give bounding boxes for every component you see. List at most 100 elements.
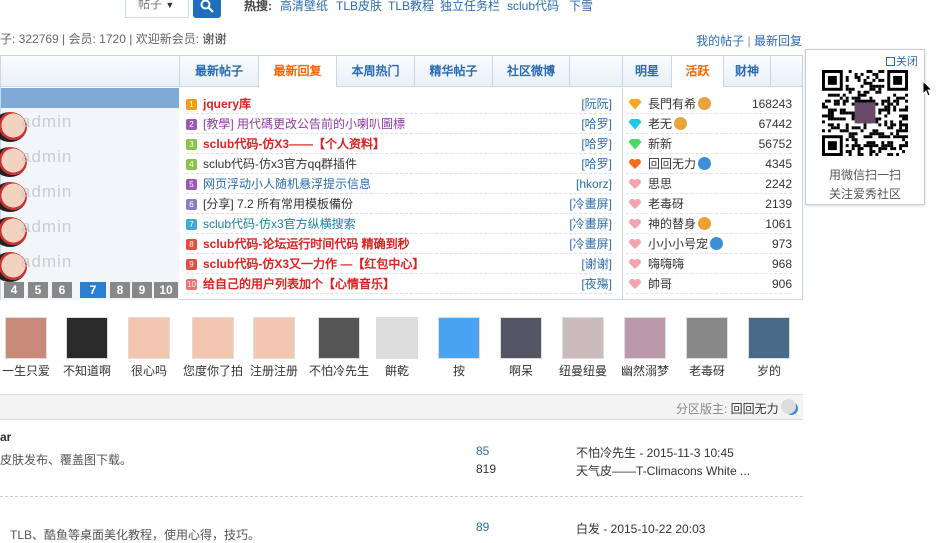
ranking-user[interactable]: 回回无力 [648, 154, 712, 174]
page-4[interactable]: 4 [4, 282, 24, 298]
thread-row[interactable]: 4 sclub代码-仿x3官方qq群插件 [哈罗] [186, 154, 612, 174]
ranking-user[interactable]: 新新 [648, 134, 672, 154]
ranking-row[interactable]: 嗨嗨嗨 968 [626, 254, 792, 274]
ranking-user[interactable]: 老无 [648, 114, 688, 134]
thread-author[interactable]: [哈罗] [581, 134, 612, 154]
avatar-username[interactable]: 很心吗 [117, 362, 181, 379]
thread-title[interactable]: sclub代码-仿x3官方qq群插件 [203, 154, 357, 174]
qr-close-button[interactable]: 关闭 [886, 53, 918, 69]
latest-replies-link[interactable]: 最新回复 [754, 34, 802, 48]
page-6[interactable]: 6 [52, 282, 72, 298]
ranking-row[interactable]: 回回无力 4345 [626, 154, 792, 174]
search-type-select[interactable]: 帖子 ▼ [125, 0, 189, 18]
avatar[interactable] [748, 317, 790, 359]
thread-row[interactable]: 7 sclub代码-仿x3官方纵横搜索 [冷畫屏] [186, 214, 612, 234]
avatar-strip-item[interactable]: admin [0, 108, 179, 142]
thread-author[interactable]: [冷畫屏] [569, 194, 612, 214]
page-9[interactable]: 9 [132, 282, 152, 298]
avatar-username[interactable]: 幽然溺梦 [613, 362, 677, 379]
thread-author[interactable]: [夜殤] [581, 274, 612, 294]
ranking-row[interactable]: 小小小号宠 973 [626, 234, 792, 254]
avatar-strip-item[interactable]: admin [0, 178, 179, 212]
tab-latest-threads[interactable]: 最新帖子 [179, 56, 258, 87]
ranking-row[interactable]: 神的替身 1061 [626, 214, 792, 234]
thread-author[interactable]: [哈罗] [581, 114, 612, 134]
thread-row[interactable]: 5 网页浮动小人随机悬浮提示信息 [hkorz] [186, 174, 612, 194]
avatar-strip-item[interactable]: admin [0, 213, 179, 247]
avatar-username[interactable]: 不怕冷先生 [307, 362, 371, 379]
avatar-username[interactable]: 一生只爱 [0, 362, 58, 379]
thread-title[interactable]: sclub代码-论坛运行时间代码 精确到秒 [203, 234, 410, 254]
thread-row[interactable]: 2 [教學] 用代碼更改公告前的小喇叭圖標 [哈罗] [186, 114, 612, 134]
avatar[interactable] [128, 317, 170, 359]
avatar-username[interactable]: 啊呆 [489, 362, 553, 379]
thread-row[interactable]: 9 sclub代码-仿X3又一力作 —【红包中心】 [谢谢] [186, 254, 612, 274]
avatar-username[interactable]: 按 [427, 362, 491, 379]
thread-row[interactable]: 3 sclub代码-仿X3——【个人资料】 [哈罗] [186, 134, 612, 154]
avatar[interactable] [562, 317, 604, 359]
avatar-username[interactable]: 您度你了拍 [181, 362, 245, 379]
avatar[interactable] [624, 317, 666, 359]
thread-title[interactable]: jquery库 [203, 94, 251, 114]
page-5[interactable]: 5 [28, 282, 48, 298]
hot-link-tlb-tutorial[interactable]: TLB教程 [388, 0, 434, 14]
avatar[interactable] [66, 317, 108, 359]
avatar[interactable] [253, 317, 295, 359]
avatar[interactable] [438, 317, 480, 359]
page-10[interactable]: 10 [154, 282, 178, 298]
moderator-link[interactable]: 回回无力 [731, 402, 779, 416]
tab-star[interactable]: 明星 [622, 56, 671, 87]
thread-title[interactable]: 给自己的用户列表加个【心情音乐】 [203, 274, 395, 294]
avatar-strip-item[interactable]: admin [0, 248, 179, 282]
hot-link-snow[interactable]: 下雪 [569, 0, 593, 14]
hot-link-tlb-skin[interactable]: TLB皮肤 [336, 0, 382, 14]
hot-link-sclub[interactable]: sclub代码 [507, 0, 559, 14]
tab-latest-replies[interactable]: 最新回复 [258, 56, 336, 88]
forum-name[interactable]: ar [0, 430, 11, 444]
avatar[interactable] [376, 317, 418, 359]
my-posts-link[interactable]: 我的帖子 [696, 34, 744, 48]
tab-featured[interactable]: 精华帖子 [414, 56, 492, 87]
collapse-icon[interactable] [781, 399, 796, 414]
thread-author[interactable]: [谢谢] [581, 254, 612, 274]
avatar-username[interactable]: 注册注册 [242, 362, 306, 379]
new-member-link[interactable]: 谢谢 [202, 32, 226, 46]
thread-title[interactable]: [教學] 用代碼更改公告前的小喇叭圖標 [203, 114, 405, 134]
ranking-user[interactable]: 神的替身 [648, 214, 712, 234]
hot-link-wallpaper[interactable]: 高清壁纸 [280, 0, 328, 14]
avatar[interactable] [500, 317, 542, 359]
thread-author[interactable]: [hkorz] [576, 174, 612, 194]
page-7[interactable]: 7 [80, 282, 106, 298]
thread-title[interactable]: sclub代码-仿X3又一力作 —【红包中心】 [203, 254, 424, 274]
thread-title[interactable]: [分享] 7.2 所有常用模板備份 [203, 194, 353, 214]
ranking-user[interactable]: 思思 [648, 174, 672, 194]
thread-author[interactable]: [阮阮] [581, 94, 612, 114]
avatar-username[interactable]: 餠乾 [365, 362, 429, 379]
avatar[interactable] [192, 317, 234, 359]
ranking-user[interactable]: 長門有希 [648, 94, 712, 114]
thread-row[interactable]: 10 给自己的用户列表加个【心情音乐】 [夜殤] [186, 274, 612, 294]
avatar[interactable] [5, 317, 47, 359]
avatar[interactable] [686, 317, 728, 359]
ranking-user[interactable]: 小小小号宠 [648, 234, 724, 254]
ranking-row[interactable]: 思思 2242 [626, 174, 792, 194]
ranking-user[interactable]: 老毒砑 [648, 194, 684, 214]
thread-title[interactable]: sclub代码-仿x3官方纵横搜索 [203, 214, 356, 234]
tab-weekly-hot[interactable]: 本周热门 [336, 56, 414, 87]
forum-last-post-title[interactable]: 天气皮——T-Climacons White ... [576, 462, 750, 479]
avatar-username[interactable]: 岁的 [737, 362, 801, 379]
page-8[interactable]: 8 [110, 282, 130, 298]
thread-title[interactable]: 网页浮动小人随机悬浮提示信息 [203, 174, 371, 194]
search-button[interactable] [193, 0, 221, 18]
hot-link-taskbar[interactable]: 独立任务栏 [440, 0, 500, 14]
thread-row[interactable]: 1 jquery库 [阮阮] [186, 94, 612, 114]
thread-author[interactable]: [哈罗] [581, 154, 612, 174]
thread-author[interactable]: [冷畫屏] [569, 234, 612, 254]
thread-row[interactable]: 6 [分享] 7.2 所有常用模板備份 [冷畫屏] [186, 194, 612, 214]
ranking-row[interactable]: 新新 56752 [626, 134, 792, 154]
ranking-row[interactable]: 帥哥 906 [626, 274, 792, 294]
ranking-row[interactable]: 長門有希 168243 [626, 94, 792, 114]
ranking-row[interactable]: 老毒砑 2139 [626, 194, 792, 214]
avatar-username[interactable]: 老毒砑 [675, 362, 739, 379]
tab-active[interactable]: 活跃 [671, 56, 723, 88]
